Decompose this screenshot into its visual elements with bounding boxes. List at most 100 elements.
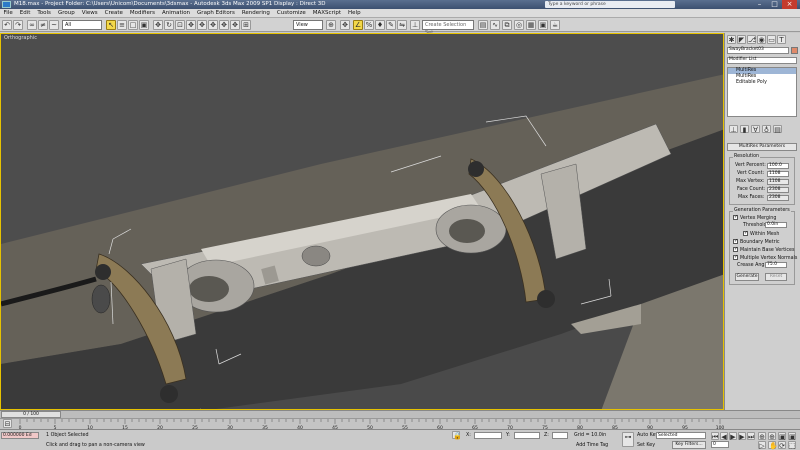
named-selection-set-input[interactable]: Create Selection Set bbox=[422, 20, 474, 36]
vert-count-spinner[interactable]: 1108 bbox=[767, 171, 789, 177]
scale-icon[interactable]: ✥ bbox=[208, 20, 218, 30]
window-crossing-icon[interactable]: ▣ bbox=[139, 20, 149, 30]
multiple-normals-row[interactable]: ✓ Multiple Vertex Normals bbox=[733, 255, 797, 261]
spinner-snap-icon[interactable]: ♦ bbox=[375, 20, 385, 30]
maxscript-listener[interactable]: 0.000000 Ed bbox=[1, 432, 39, 439]
zoom-extents-all-icon[interactable]: ▣ bbox=[788, 432, 796, 441]
render-setup-icon[interactable]: ▦ bbox=[526, 20, 536, 30]
configure-sets-icon[interactable]: ▤ bbox=[773, 125, 782, 134]
angle-snap-icon[interactable]: ∠ bbox=[353, 20, 363, 30]
menu-customize[interactable]: Customize bbox=[273, 9, 309, 18]
curve-editor-icon[interactable]: ∿ bbox=[490, 20, 500, 30]
display-tab-icon[interactable]: ▭ bbox=[767, 35, 776, 44]
move-icon[interactable]: ✥ bbox=[186, 20, 196, 30]
pan-icon[interactable]: ✋ bbox=[768, 441, 778, 450]
bind-spacewarp-icon[interactable]: ~ bbox=[49, 20, 59, 30]
select-scale-icon[interactable]: ⊡ bbox=[175, 20, 185, 30]
key-filters-button[interactable]: Key Filters... bbox=[672, 441, 706, 449]
link-icon[interactable]: ∞ bbox=[27, 20, 37, 30]
rollout-header[interactable]: MultiRes Parameters bbox=[727, 143, 797, 151]
material-editor-icon[interactable]: ◎ bbox=[514, 20, 524, 30]
field-of-view-icon[interactable]: ▷ bbox=[758, 441, 766, 450]
multiple-normals-checkbox[interactable]: ✓ bbox=[733, 255, 738, 260]
next-frame-icon[interactable]: ▶ bbox=[738, 432, 746, 441]
menu-animation[interactable]: Animation bbox=[159, 9, 194, 18]
add-time-tag[interactable]: Add Time Tag bbox=[576, 443, 608, 448]
orbit-icon[interactable]: ⟳ bbox=[778, 441, 786, 450]
maximize-viewport-icon[interactable]: ⬚ bbox=[788, 441, 796, 450]
percent-snap-icon[interactable]: % bbox=[364, 20, 374, 30]
manipulate-icon[interactable]: ✥ bbox=[230, 20, 240, 30]
lock-selection-icon[interactable]: 🔒 bbox=[452, 431, 462, 440]
within-mesh-row[interactable]: ✓ Within Mesh bbox=[743, 231, 779, 237]
track-bar[interactable]: ⊟ 0 5 10 15 20 25 30 35 40 45 50 55 60 65 70 75 80 85 90 95… bbox=[0, 418, 800, 430]
show-end-result-icon[interactable]: ▮ bbox=[740, 125, 749, 134]
menu-maxscript[interactable]: MAXScript bbox=[309, 9, 344, 18]
menu-help[interactable]: Help bbox=[345, 9, 365, 18]
vertex-merging-row[interactable]: ✓ Vertex Merging bbox=[733, 215, 776, 221]
menu-views[interactable]: Views bbox=[78, 9, 101, 18]
menu-rendering[interactable]: Rendering bbox=[238, 9, 273, 18]
quick-render-icon[interactable]: ☕ bbox=[550, 20, 560, 30]
select-object-icon[interactable]: ↖ bbox=[106, 20, 116, 30]
search-input[interactable]: Type a keyword or phrase bbox=[545, 1, 675, 8]
object-color-swatch[interactable] bbox=[791, 47, 798, 54]
snaps-toggle-icon[interactable]: ✥ bbox=[340, 20, 350, 30]
set-key-label[interactable]: Set Key bbox=[637, 443, 655, 448]
prev-frame-icon[interactable]: ◀ bbox=[720, 432, 728, 441]
select-move-icon[interactable]: ✥ bbox=[153, 20, 163, 30]
align-icon[interactable]: ⊥ bbox=[410, 20, 420, 30]
close-button[interactable]: × bbox=[782, 0, 797, 9]
zoom-icon[interactable]: ⊕ bbox=[758, 432, 766, 441]
menu-modifiers[interactable]: Modifiers bbox=[126, 9, 158, 18]
current-frame-field[interactable]: 0 bbox=[711, 441, 729, 448]
app-icon[interactable] bbox=[2, 1, 11, 8]
menu-group[interactable]: Group bbox=[54, 9, 78, 18]
maximize-button[interactable]: □ bbox=[767, 0, 782, 9]
menu-tools[interactable]: Tools bbox=[34, 9, 55, 18]
viewport-orthographic[interactable]: Orthographic bbox=[0, 33, 724, 410]
goto-start-icon[interactable]: ⏮ bbox=[711, 432, 719, 441]
menu-file[interactable]: File bbox=[0, 9, 16, 18]
undo-icon[interactable]: ↶ bbox=[2, 20, 12, 30]
viewport-label[interactable]: Orthographic bbox=[4, 35, 37, 41]
modify-tab-icon[interactable]: ◤ bbox=[737, 35, 746, 44]
remove-modifier-icon[interactable]: ♁ bbox=[762, 125, 771, 134]
menu-create[interactable]: Create bbox=[101, 9, 126, 18]
vert-percent-spinner[interactable]: 100.0 bbox=[767, 163, 789, 169]
rectangular-region-icon[interactable]: □ bbox=[128, 20, 138, 30]
zoom-all-icon[interactable]: ⊕ bbox=[768, 432, 776, 441]
minimize-button[interactable]: – bbox=[752, 0, 767, 9]
keyboard-shortcut-icon[interactable]: ⊞ bbox=[241, 20, 251, 30]
layer-manager-icon[interactable]: ▤ bbox=[478, 20, 488, 30]
pivot-center-icon[interactable]: ⊕ bbox=[326, 20, 336, 30]
maintain-base-checkbox[interactable]: ✓ bbox=[733, 247, 738, 252]
utilities-tab-icon[interactable]: T bbox=[777, 35, 786, 44]
render-frame-icon[interactable]: ▣ bbox=[538, 20, 548, 30]
time-slider-thumb[interactable]: 0 / 100 bbox=[1, 411, 61, 418]
object-name-field[interactable]: SwayBracket03 bbox=[727, 47, 789, 54]
y-coord-field[interactable] bbox=[514, 432, 540, 439]
key-selection-dropdown[interactable]: Selected bbox=[656, 432, 706, 439]
goto-end-icon[interactable]: ⏭ bbox=[747, 432, 755, 441]
schematic-view-icon[interactable]: ⧉ bbox=[502, 20, 512, 30]
make-unique-icon[interactable]: ∀ bbox=[751, 125, 760, 134]
x-coord-field[interactable] bbox=[474, 432, 502, 439]
reference-coord-dropdown[interactable]: View bbox=[293, 20, 323, 30]
create-tab-icon[interactable]: ✱ bbox=[727, 35, 736, 44]
modifier-list-dropdown[interactable]: Modifier List bbox=[727, 57, 797, 64]
z-coord-field[interactable] bbox=[552, 432, 568, 439]
place-icon[interactable]: ✥ bbox=[219, 20, 229, 30]
hierarchy-tab-icon[interactable]: ⎇ bbox=[747, 35, 756, 44]
rotate-icon[interactable]: ✥ bbox=[197, 20, 207, 30]
mirror-icon[interactable]: ⇋ bbox=[397, 20, 407, 30]
stack-item[interactable]: Editable Poly bbox=[728, 80, 796, 86]
crease-angle-spinner[interactable]: 75.0 bbox=[765, 262, 787, 268]
maintain-base-row[interactable]: ✓ Maintain Base Vertices bbox=[733, 247, 795, 253]
selection-filter-dropdown[interactable]: All bbox=[62, 20, 102, 30]
menu-graph-editors[interactable]: Graph Editors bbox=[194, 9, 239, 18]
boundary-metric-checkbox[interactable]: ✓ bbox=[733, 239, 738, 244]
vertex-merging-checkbox[interactable]: ✓ bbox=[733, 215, 738, 220]
edit-named-sel-icon[interactable]: ✎ bbox=[386, 20, 396, 30]
threshold-spinner[interactable]: 0.0in bbox=[765, 222, 787, 228]
